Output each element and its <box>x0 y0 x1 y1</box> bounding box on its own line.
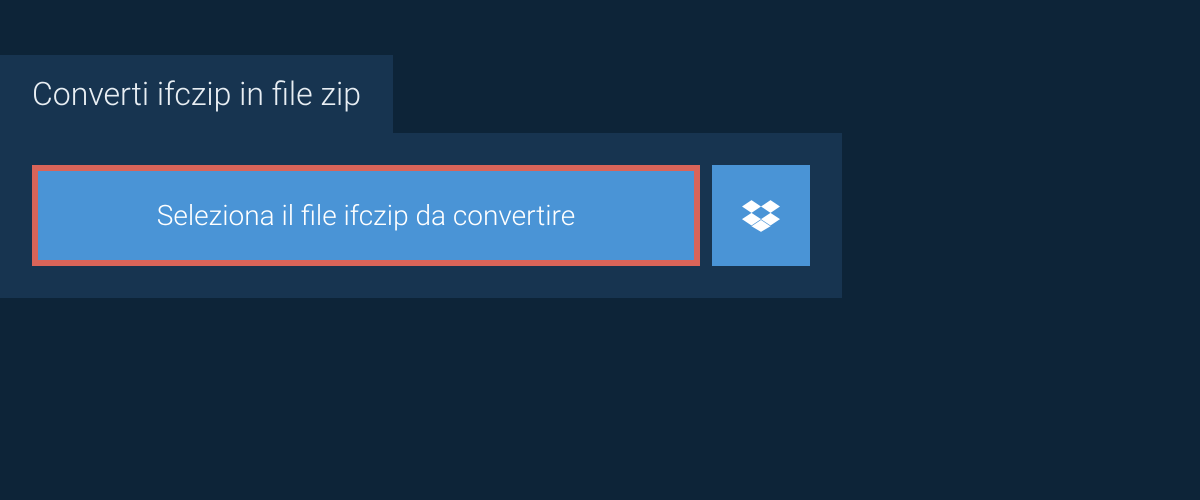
tab-title: Converti ifczip in file zip <box>32 75 361 113</box>
button-row: Seleziona il file ifczip da convertire <box>32 165 810 266</box>
tab-convert[interactable]: Converti ifczip in file zip <box>0 55 393 133</box>
conversion-panel: Seleziona il file ifczip da convertire <box>0 133 842 298</box>
select-file-button[interactable]: Seleziona il file ifczip da convertire <box>32 165 700 266</box>
dropbox-icon <box>742 197 780 235</box>
dropbox-button[interactable] <box>712 165 810 266</box>
select-file-label: Seleziona il file ifczip da convertire <box>157 199 575 232</box>
